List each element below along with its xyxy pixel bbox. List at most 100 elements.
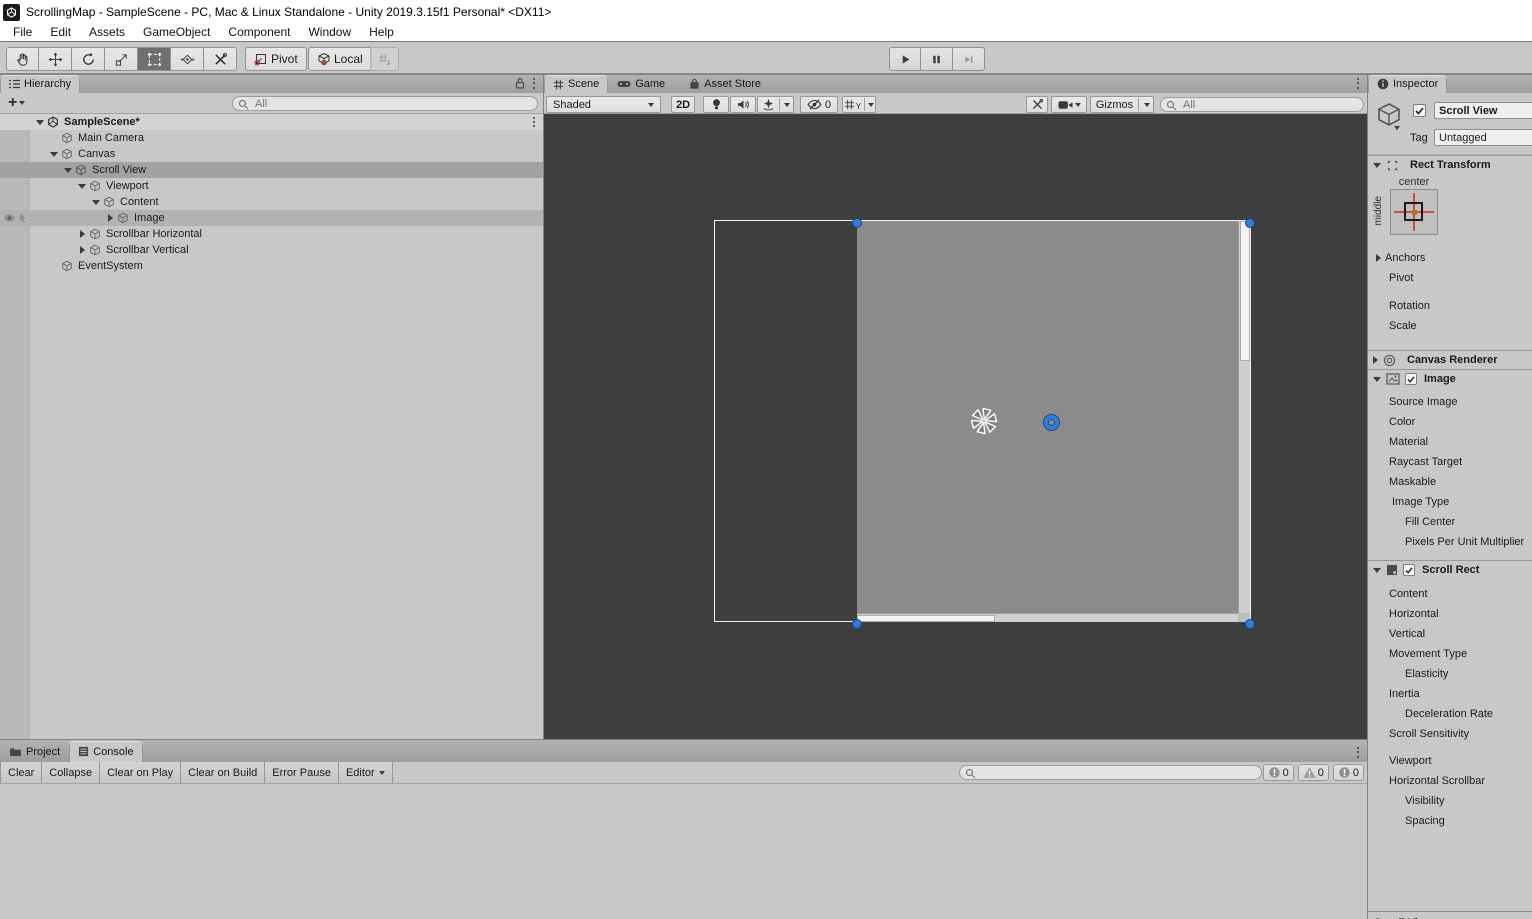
2d-toggle-button[interactable]: 2D: [671, 96, 695, 113]
tab-console[interactable]: Console: [69, 741, 143, 762]
maskable-row[interactable]: Maskable: [1368, 472, 1532, 492]
menu-edit[interactable]: Edit: [41, 24, 80, 42]
scene-camera-dropdown[interactable]: [1051, 96, 1087, 113]
scroll-sensitivity-row[interactable]: Scroll Sensitivity: [1368, 724, 1532, 744]
scene-menu-icon[interactable]: [1357, 77, 1359, 90]
create-object-button[interactable]: +: [8, 95, 26, 111]
chevron-collapsed-icon[interactable]: [75, 246, 89, 254]
menu-file[interactable]: File: [4, 24, 41, 42]
tab-asset-store[interactable]: Asset Store: [680, 75, 770, 93]
deceleration-rate-row[interactable]: Deceleration Rate: [1368, 704, 1532, 724]
hierarchy-row-scroll-view[interactable]: Scroll View: [0, 162, 543, 178]
pause-button[interactable]: [921, 47, 953, 71]
play-button[interactable]: [889, 47, 921, 71]
tab-hierarchy[interactable]: Hierarchy: [0, 75, 81, 93]
hierarchy-search-input[interactable]: [233, 97, 537, 110]
shading-mode-dropdown[interactable]: Shaded: [546, 96, 661, 113]
hidden-objects-button[interactable]: 0: [800, 96, 838, 113]
editor-dropdown-button[interactable]: Editor: [338, 762, 393, 783]
lock-icon[interactable]: [515, 77, 525, 90]
chevron-expanded-icon[interactable]: [47, 151, 61, 157]
pivot-handle[interactable]: [1044, 415, 1059, 430]
horizontal-scrollbar-row[interactable]: Horizontal Scrollbar: [1368, 771, 1532, 791]
custom-tool-button[interactable]: [204, 47, 237, 71]
visibility-row[interactable]: Visibility: [1368, 791, 1532, 811]
pivot-row[interactable]: Pivot: [1368, 268, 1532, 288]
vertical-row[interactable]: Vertical: [1368, 624, 1532, 644]
anchor-preset-button[interactable]: [1390, 189, 1438, 235]
hierarchy-row-viewport[interactable]: Viewport: [0, 178, 543, 194]
image-enabled-checkbox[interactable]: [1405, 373, 1417, 385]
scene-horizontal-scrollbar[interactable]: [857, 613, 1238, 622]
hierarchy-row-image[interactable]: Image: [0, 210, 543, 226]
error-count-badge[interactable]: 0: [1332, 764, 1364, 781]
preview-header[interactable]: Scroll View: [1368, 911, 1532, 919]
inspector-divider[interactable]: [1367, 75, 1368, 919]
chevron-collapsed-icon[interactable]: [75, 230, 89, 238]
rect-transform-header[interactable]: Rect Transform: [1368, 155, 1532, 174]
grid-snap-button[interactable]: [370, 47, 399, 71]
chevron-expanded-icon[interactable]: [89, 199, 103, 205]
console-divider[interactable]: [0, 739, 1367, 740]
hierarchy-row-main-camera[interactable]: Main Camera: [0, 130, 543, 146]
menu-gameobject[interactable]: GameObject: [134, 24, 219, 42]
raycast-target-row[interactable]: Raycast Target: [1368, 452, 1532, 472]
pivot-toggle-button[interactable]: Pivot: [245, 47, 307, 71]
content-row[interactable]: Content: [1368, 584, 1532, 604]
tab-scene[interactable]: Scene: [544, 75, 609, 93]
viewport-row[interactable]: Viewport: [1368, 751, 1532, 771]
menu-assets[interactable]: Assets: [80, 24, 134, 42]
menu-window[interactable]: Window: [299, 24, 360, 42]
chevron-expanded-icon[interactable]: [75, 183, 89, 189]
gizmos-dropdown[interactable]: Gizmos: [1090, 96, 1154, 113]
hand-tool-button[interactable]: [6, 47, 39, 71]
object-name-field[interactable]: Scroll View: [1434, 102, 1532, 119]
chevron-expanded-icon[interactable]: [61, 167, 75, 173]
canvas-renderer-header[interactable]: Canvas Renderer: [1368, 350, 1532, 369]
source-image-row[interactable]: Source Image: [1368, 392, 1532, 412]
console-search-input[interactable]: [960, 766, 1261, 779]
scroll-rect-header[interactable]: Scroll Rect: [1368, 560, 1532, 579]
clear-on-build-button[interactable]: Clear on Build: [181, 762, 266, 783]
rect-tool-button[interactable]: [138, 47, 171, 71]
scene-vertical-scrollbar[interactable]: [1238, 221, 1250, 613]
menu-help[interactable]: Help: [360, 24, 403, 42]
tab-game[interactable]: Game: [608, 75, 674, 93]
rotate-tool-button[interactable]: [72, 47, 105, 71]
hierarchy-search[interactable]: [232, 96, 538, 111]
hierarchy-row-scrollbar-horizontal[interactable]: Scrollbar Horizontal: [0, 226, 543, 242]
scene-tools-button[interactable]: [1026, 96, 1048, 113]
material-row[interactable]: Material: [1368, 432, 1532, 452]
effects-dropdown-button[interactable]: [757, 96, 794, 113]
visibility-eye-icon[interactable]: [3, 214, 16, 222]
canvas-center-gizmo-icon[interactable]: [968, 405, 1000, 437]
menu-component[interactable]: Component: [219, 24, 299, 42]
vertical-scrollbar-handle[interactable]: [1240, 221, 1250, 361]
inertia-row[interactable]: Inertia: [1368, 684, 1532, 704]
gameobject-cube-icon[interactable]: [1376, 102, 1402, 128]
hierarchy-row-scrollbar-vertical[interactable]: Scrollbar Vertical: [0, 242, 543, 258]
color-row[interactable]: Color: [1368, 412, 1532, 432]
move-tool-button[interactable]: [39, 47, 72, 71]
transform-tool-button[interactable]: [171, 47, 204, 71]
collapse-button[interactable]: Collapse: [42, 762, 101, 783]
clear-on-play-button[interactable]: Clear on Play: [100, 762, 182, 783]
hierarchy-row-eventsystem[interactable]: EventSystem: [0, 258, 543, 274]
scale-tool-button[interactable]: [105, 47, 138, 71]
warning-count-badge[interactable]: 0: [1297, 764, 1329, 781]
horizontal-scrollbar-handle[interactable]: [857, 615, 995, 622]
scroll-rect-enabled-checkbox[interactable]: [1403, 564, 1415, 576]
tag-dropdown[interactable]: Untagged: [1434, 129, 1532, 146]
image-type-row[interactable]: Image Type: [1368, 492, 1532, 512]
rotation-row[interactable]: Rotation: [1368, 296, 1532, 316]
image-component-header[interactable]: Image: [1368, 369, 1532, 388]
clear-button[interactable]: Clear: [0, 762, 43, 783]
grid-visibility-dropdown[interactable]: Y: [842, 96, 876, 113]
hierarchy-scene-divider[interactable]: [543, 75, 544, 740]
picking-cursor-icon[interactable]: [18, 213, 28, 224]
error-pause-button[interactable]: Error Pause: [265, 762, 339, 783]
tab-inspector[interactable]: Inspector: [1368, 75, 1448, 93]
tab-project[interactable]: Project: [0, 741, 69, 762]
console-menu-icon[interactable]: [1357, 746, 1359, 759]
scale-row[interactable]: Scale: [1368, 316, 1532, 336]
